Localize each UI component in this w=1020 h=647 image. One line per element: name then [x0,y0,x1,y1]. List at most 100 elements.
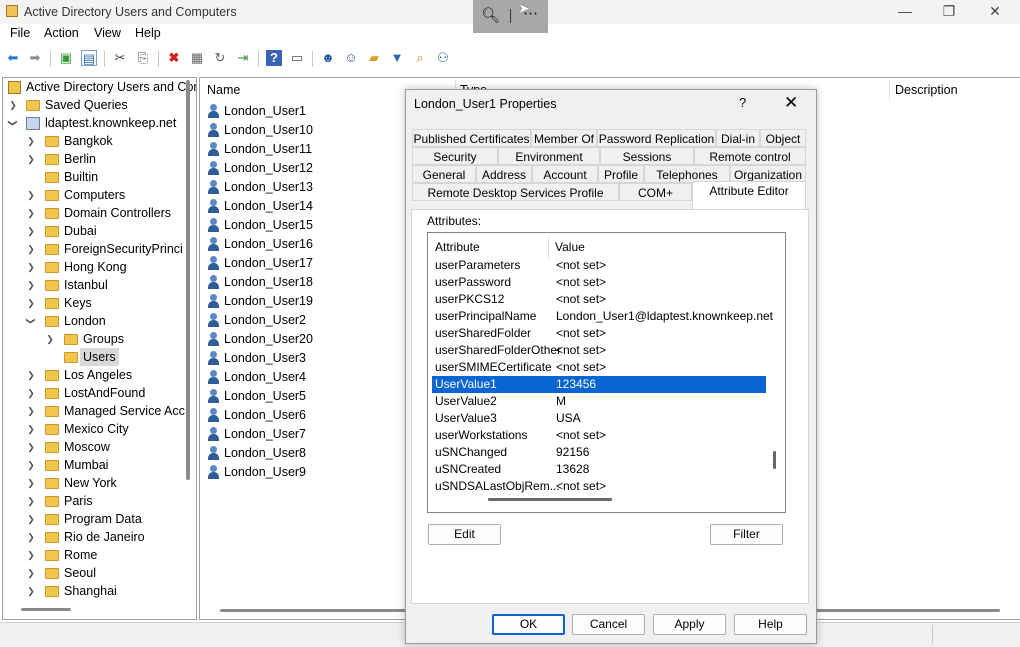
attributes-horizontal-scrollbar[interactable] [488,498,612,501]
apply-button[interactable]: Apply [653,614,726,635]
menu-view[interactable]: View [94,26,121,40]
close-button[interactable]: ✕ [972,0,1018,24]
chevron-right-icon[interactable]: ❯ [26,402,36,420]
filter-icon[interactable]: ▼ [389,50,405,66]
tab-password-replication[interactable]: Password Replication [597,129,716,147]
tab-environment[interactable]: Environment [498,147,600,165]
attr-column-header-attribute[interactable]: Attribute [435,237,480,257]
attr-column-header-value[interactable]: Value [555,237,585,257]
cancel-button[interactable]: Cancel [572,614,645,635]
tab-attribute-editor[interactable]: Attribute Editor [692,181,806,210]
help-button[interactable]: Help [734,614,807,635]
attribute-row[interactable]: userWorkstations <not set> [432,427,766,444]
tab-remote-desktop-services-profile[interactable]: Remote Desktop Services Profile [412,183,619,201]
attribute-row[interactable]: UserValue3 USA [432,410,766,427]
new-user-icon[interactable]: ☻ [320,50,336,66]
show-hide-tree-icon[interactable]: ▤ [81,50,97,66]
chevron-right-icon[interactable]: ❯ [26,456,36,474]
export-list-icon[interactable]: ⇥ [235,50,251,66]
attribute-row[interactable]: userParameters <not set> [432,257,766,274]
chevron-right-icon[interactable]: ❯ [26,420,36,438]
column-separator[interactable] [548,237,549,259]
menu-action[interactable]: Action [44,26,79,40]
ok-button[interactable]: OK [492,614,565,635]
new-group-icon[interactable]: ☺ [343,50,359,66]
menu-file[interactable]: File [10,26,30,40]
attributes-list[interactable]: Attribute Value userParameters <not set> … [427,232,786,513]
chevron-right-icon[interactable]: ❯ [26,546,36,564]
chevron-right-icon[interactable]: ❯ [26,294,36,312]
chevron-right-icon[interactable]: ❯ [26,384,36,402]
chevron-right-icon[interactable]: ❯ [26,132,36,150]
copy-icon[interactable]: ⎘ [135,50,151,66]
chevron-right-icon[interactable]: ❯ [26,528,36,546]
chevron-right-icon[interactable]: ❯ [26,564,36,582]
tab-dial-in[interactable]: Dial-in [716,129,760,147]
tree-vertical-scrollbar[interactable] [186,80,190,480]
tab-security[interactable]: Security [412,147,498,165]
dialog-help-button[interactable]: ? [739,95,746,110]
new-ou-icon[interactable]: ▰ [366,50,382,66]
find-icon[interactable]: ⌕ [412,50,428,66]
tree-horizontal-scrollbar[interactable] [21,608,71,611]
tab-com-plus[interactable]: COM+ [619,183,692,201]
attribute-row[interactable]: uSNDSALastObjRem... <not set> [432,478,766,495]
tab-address[interactable]: Address [476,165,532,183]
back-icon[interactable]: ⬅ [5,50,21,66]
refresh-icon[interactable]: ↻ [212,50,228,66]
tab-object[interactable]: Object [760,129,806,147]
minimize-button[interactable]: — [882,0,928,24]
chevron-right-icon[interactable]: ❯ [26,204,36,222]
attribute-row-selected[interactable]: UserValue1 123456 [432,376,766,393]
attribute-row[interactable]: UserValue2 M [432,393,766,410]
chevron-right-icon[interactable]: ❯ [26,222,36,240]
add-to-group-icon[interactable]: ⚇ [435,50,451,66]
chevron-right-icon[interactable]: ❯ [26,474,36,492]
chevron-down-icon[interactable]: ❯ [22,316,40,326]
dialog-close-button[interactable]: ✕ [784,93,798,113]
attributes-vertical-scrollbar[interactable] [773,451,776,469]
attribute-row[interactable]: userPKCS12 <not set> [432,291,766,308]
chevron-right-icon[interactable]: ❯ [26,492,36,510]
properties-dialog[interactable]: London_User1 Properties ? ✕ Published Ce… [405,89,817,644]
zoom-in-icon[interactable]: 🔍︎ [481,6,500,24]
chevron-right-icon[interactable]: ❯ [26,240,36,258]
attribute-row[interactable]: uSNCreated 13628 [432,461,766,478]
attribute-row[interactable]: userSMIMECertificate <not set> [432,359,766,376]
attribute-row[interactable]: userSharedFolderOther <not set> [432,342,766,359]
cut-icon[interactable]: ✂ [112,50,128,66]
tab-published-certificates[interactable]: Published Certificates [412,129,531,147]
console-view-icon[interactable]: ▭ [289,50,305,66]
column-header-name[interactable]: Name [207,80,240,100]
tab-profile[interactable]: Profile [598,165,644,183]
chevron-right-icon[interactable]: ❯ [26,582,36,600]
filter-button[interactable]: Filter [710,524,783,545]
menu-help[interactable]: Help [135,26,161,40]
chevron-right-icon[interactable]: ❯ [26,186,36,204]
chevron-right-icon[interactable]: ❯ [8,96,18,114]
properties-icon[interactable]: ▦ [189,50,205,66]
attribute-row[interactable]: userPrincipalName London_User1@ldaptest.k… [432,308,773,325]
tab-member-of[interactable]: Member Of [531,129,597,147]
chevron-right-icon[interactable]: ❯ [26,150,36,168]
column-header-description[interactable]: Description [895,80,958,100]
help-icon[interactable]: ? [266,50,282,66]
tab-general[interactable]: General [412,165,476,183]
delete-icon[interactable]: ✖ [166,50,182,66]
attribute-row[interactable]: uSNChanged 92156 [432,444,766,461]
attribute-row[interactable]: userPassword <not set> [432,274,766,291]
chevron-right-icon[interactable]: ❯ [45,330,55,348]
chevron-down-icon[interactable]: ❯ [4,118,22,128]
tab-account[interactable]: Account [532,165,598,183]
chevron-right-icon[interactable]: ❯ [26,510,36,528]
attribute-row[interactable]: userSharedFolder <not set> [432,325,766,342]
chevron-right-icon[interactable]: ❯ [26,276,36,294]
chevron-right-icon[interactable]: ❯ [26,366,36,384]
column-separator[interactable] [889,80,890,100]
edit-button[interactable]: Edit [428,524,501,545]
maximize-button[interactable]: ❐ [926,0,972,24]
tree-pane[interactable]: Active Directory Users and Computers ❯ S… [2,77,197,620]
chevron-right-icon[interactable]: ❯ [26,438,36,456]
forward-icon[interactable]: ➡ [27,50,43,66]
tab-remote-control[interactable]: Remote control [694,147,806,165]
